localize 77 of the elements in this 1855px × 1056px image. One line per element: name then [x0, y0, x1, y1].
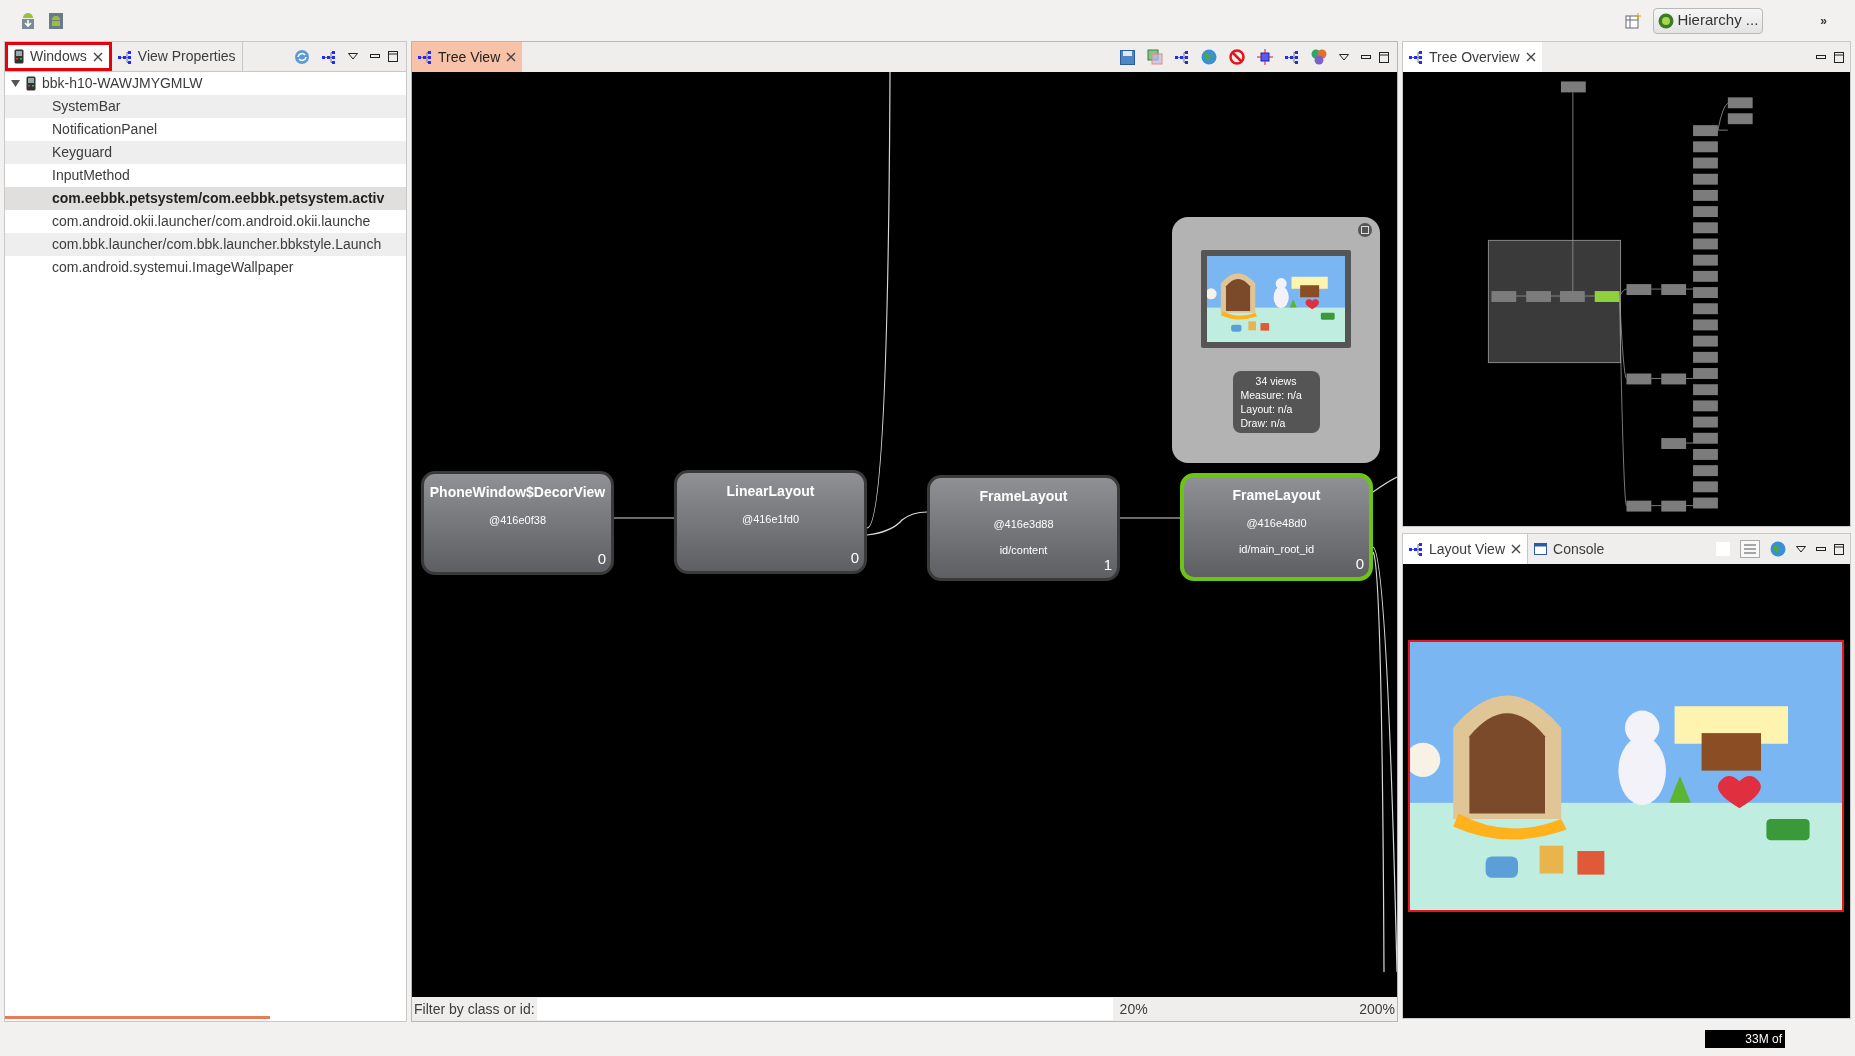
- node-address: @416e1fd0: [741, 512, 799, 527]
- hierarchy-perspective-button[interactable]: Hierarchy ...: [1653, 7, 1764, 34]
- popup-maximize-icon[interactable]: [1358, 223, 1372, 237]
- node-child-count: 0: [1355, 553, 1364, 574]
- tree-icon: [1175, 50, 1189, 64]
- draw-time: Draw: n/a: [1240, 416, 1287, 430]
- zoom-min-label: 20%: [1119, 999, 1148, 1019]
- view-menu-icon[interactable]: [348, 53, 358, 60]
- tree-icon: [1285, 50, 1299, 64]
- tree-icon: [117, 49, 132, 64]
- view-tab[interactable]: Tree View: [412, 42, 523, 72]
- tree-node[interactable]: LinearLayout @416e1fd0 0: [674, 470, 867, 574]
- view-tab[interactable]: Tree Overview: [1403, 42, 1542, 72]
- node-id: id/main_root_id: [1238, 541, 1315, 557]
- close-icon[interactable]: [1525, 52, 1536, 62]
- tree-icon: [1409, 50, 1423, 64]
- phone-icon: [14, 49, 24, 64]
- more-perspectives-button[interactable]: »: [1820, 11, 1827, 30]
- views-count: 34 views: [1254, 374, 1298, 388]
- maximize-icon[interactable]: [1834, 543, 1844, 555]
- window-item[interactable]: com.bbk.launcher/com.bbk.launcher.bbkstyle.Launch: [5, 233, 406, 256]
- close-icon[interactable]: [506, 52, 517, 62]
- globe-icon[interactable]: [1201, 49, 1217, 65]
- view-menu-icon[interactable]: [1796, 545, 1806, 553]
- window-item[interactable]: Keyguard: [5, 141, 406, 164]
- node-id: id/content: [999, 542, 1048, 558]
- measure-time: Measure: n/a: [1240, 388, 1303, 402]
- filter-field[interactable]: [536, 998, 1113, 1020]
- minimize-icon[interactable]: [370, 54, 380, 59]
- maximize-icon[interactable]: [1379, 51, 1389, 63]
- save-icon[interactable]: [1120, 49, 1135, 65]
- expand-arrow-icon[interactable]: [11, 79, 20, 88]
- node-child-count: 1: [1103, 554, 1112, 575]
- node-child-count: 0: [850, 547, 859, 568]
- android-download-icon[interactable]: [20, 11, 36, 30]
- zoom-max-label: 200%: [1359, 999, 1396, 1019]
- tree-icon: [1409, 542, 1423, 556]
- node-child-count: 0: [597, 548, 606, 569]
- heap-status: 33M of: [1705, 1030, 1785, 1048]
- color-circles-icon[interactable]: [1311, 49, 1327, 65]
- node-address: @416e3d88: [993, 517, 1054, 532]
- minimize-icon[interactable]: [1816, 54, 1826, 60]
- layers-icon[interactable]: [1147, 49, 1163, 65]
- tree-node[interactable]: PhoneWindow$DecorView @416e0f38 0: [421, 471, 614, 575]
- node-class-name: LinearLayout: [726, 482, 815, 501]
- node-address: @416e0f38: [488, 513, 546, 528]
- console-icon: [1534, 543, 1547, 555]
- filter-label: Filter by class or id:: [413, 999, 536, 1019]
- tree-item[interactable]: bbk-h10-WAWJMYGMLW: [5, 72, 406, 95]
- view-tab[interactable]: Windows: [5, 42, 112, 71]
- tree-node[interactable]: FrameLayout @416e3d88 id/content 1: [927, 475, 1120, 581]
- maximize-icon[interactable]: [388, 51, 398, 62]
- tree-icon: [418, 50, 432, 64]
- stop-icon[interactable]: [1229, 49, 1245, 65]
- tree-icon: [322, 49, 336, 64]
- layout-time: Layout: n/a: [1240, 402, 1294, 416]
- node-class-name: FrameLayout: [979, 487, 1068, 506]
- view-tab[interactable]: Layout View: [1403, 534, 1527, 564]
- minimize-icon[interactable]: [1816, 546, 1826, 552]
- minimize-icon[interactable]: [1361, 54, 1371, 60]
- window-item[interactable]: SystemBar: [5, 95, 406, 118]
- node-address: @416e48d0: [1246, 516, 1307, 531]
- close-icon[interactable]: [92, 51, 103, 62]
- open-perspective-icon[interactable]: [1625, 12, 1642, 29]
- window-item[interactable]: com.eebbk.petsystem/com.eebbk.petsystem.activ: [5, 187, 406, 210]
- view-menu-icon[interactable]: [1339, 53, 1349, 61]
- hierarchy-icon: [1658, 12, 1675, 29]
- node-class-name: PhoneWindow$DecorView: [429, 483, 606, 502]
- android-device-icon[interactable]: [48, 11, 64, 30]
- phone-icon: [26, 76, 36, 91]
- maximize-icon[interactable]: [1834, 51, 1844, 63]
- device-name: bbk-h10-WAWJMYGMLW: [42, 74, 203, 93]
- globe-icon[interactable]: [1770, 541, 1786, 557]
- refresh-icon[interactable]: [294, 48, 310, 65]
- tree-node[interactable]: FrameLayout @416e48d0 id/main_root_id 0: [1180, 473, 1373, 581]
- node-class-name: FrameLayout: [1232, 486, 1321, 505]
- close-icon[interactable]: [1511, 544, 1521, 554]
